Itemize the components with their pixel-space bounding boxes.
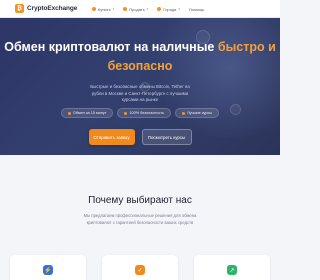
hero-section: Обмен криптовалют на наличные быстро и б… [0,18,280,155]
hero-buttons: Отправить заявку Посмотреть курсы [0,129,280,145]
hero-title-accent: быстро и [217,40,276,54]
hero-badges: Обмен за 15 минут 100% безопасность Лучш… [0,108,280,118]
section-subtitle: Мы предлагаем профессиональные решения д… [83,213,197,225]
logo[interactable]: ₿ CryptoExchange [15,4,77,13]
hero-title-accent: безопасно [107,59,173,73]
chevron-down-icon: ▾ [112,7,115,11]
badge-label: Лучшие курсы [187,111,213,115]
nav-label: Города [163,6,177,12]
nav-item-cities[interactable]: Города ▾ [157,7,180,12]
nav-dot-icon [92,7,96,11]
logo-text: CryptoExchange [27,5,78,12]
chart-icon: ↗ [227,265,237,275]
badge-security: 100% безопасность [117,108,172,118]
nav-item-sell[interactable]: Продать ▾ [123,7,148,12]
nav-label: Продать [129,6,145,12]
star-icon [182,111,186,115]
hero-glow [150,18,280,138]
section-title: Почему выбирают нас [88,195,192,206]
badge-fast-exchange: Обмен за 15 минут [60,108,114,118]
hero-subtitle: Быстрые и безопасные обмены Bitcoin, Tet… [90,84,190,102]
lightning-icon: ⚡ [43,265,53,275]
badge-label: Обмен за 15 минут [72,111,107,115]
shield-icon: ✓ [135,265,145,275]
nav-item-help[interactable]: Помощь [189,7,204,12]
hero-title: Обмен криптовалют на наличные быстро и б… [0,38,280,76]
feature-card: ↗ [194,255,270,280]
hero-title-text: Обмен криптовалют на наличные [4,40,215,54]
submit-request-button[interactable]: Отправить заявку [88,129,135,145]
main-nav: Купить ▾ Продать ▾ Города ▾ Помощь [92,0,213,18]
nav-label: Купить [98,6,111,12]
view-rates-button[interactable]: Посмотреть курсы [141,129,192,145]
bitcoin-logo-icon: ₿ [15,4,24,13]
clock-icon [67,111,71,115]
feature-card: ✓ [102,255,178,280]
chevron-down-icon: ▾ [146,7,149,11]
badge-best-rates: Лучшие курсы [175,108,220,118]
chevron-down-icon: ▾ [178,7,180,11]
shield-icon [124,111,128,115]
feature-card: ⚡ [10,255,86,280]
nav-dot-icon [157,7,162,11]
badge-label: 100% безопасность [129,111,165,115]
site-header: ₿ CryptoExchange Купить ▾ Продать ▾ Горо… [0,0,280,18]
nav-item-buy[interactable]: Купить ▾ [92,7,114,12]
feature-cards: ⚡ ✓ ↗ [10,255,270,280]
nav-label: Помощь [188,6,205,12]
nav-dot-icon [123,7,128,11]
